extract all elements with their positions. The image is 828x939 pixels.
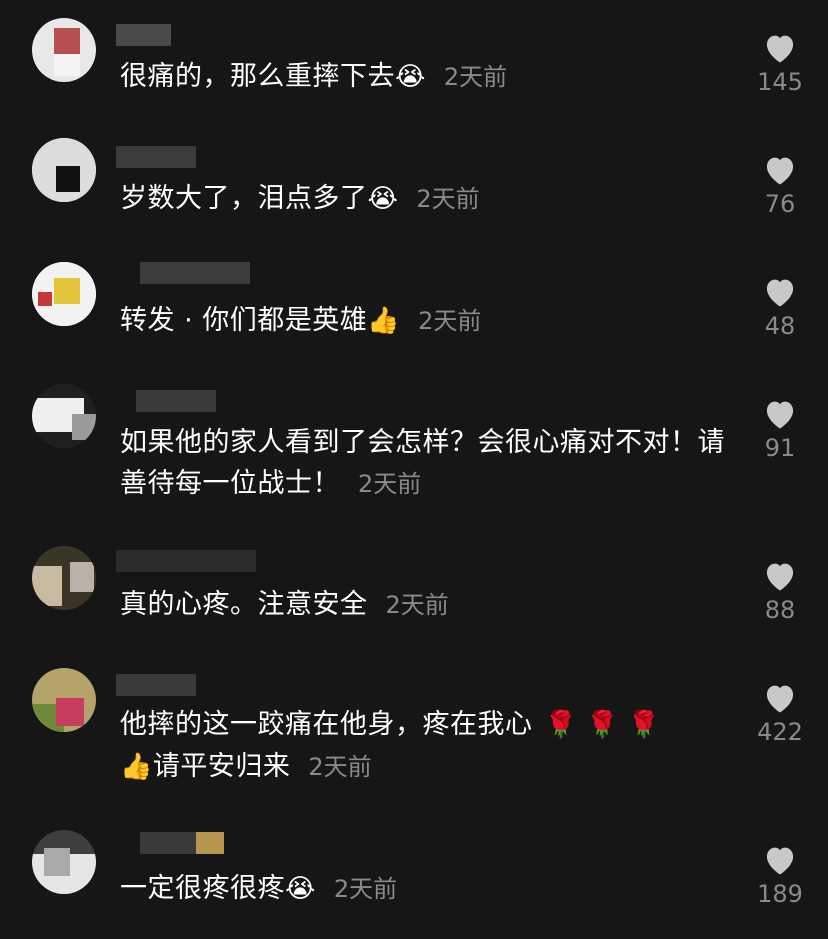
comment-text: 岁数大了，泪点多了😭 2天前	[120, 183, 480, 214]
crying-emoji: 😭	[367, 184, 399, 214]
avatar[interactable]	[32, 262, 96, 326]
like-count: 91	[764, 434, 796, 462]
heart-icon	[766, 35, 794, 63]
comment-text: 一定很疼很疼😭 2天前	[120, 873, 398, 904]
crying-emoji: 😭	[395, 62, 426, 92]
heart-icon	[766, 157, 794, 185]
like-button[interactable]: 48	[752, 276, 808, 340]
avatar[interactable]	[32, 384, 96, 448]
comment-text: 他摔的这一跤痛在他身，疼在我心 🌹 🌹 🌹 👍请平安归来 2天前	[120, 709, 661, 782]
comment-text: 转发 · 你们都是英雄👍 2天前	[120, 305, 482, 336]
heart-icon	[766, 847, 794, 875]
username[interactable]	[116, 262, 256, 284]
comment-time: 2天前	[416, 185, 480, 213]
like-count: 88	[764, 596, 796, 624]
like-button[interactable]: 422	[752, 682, 808, 746]
avatar[interactable]	[32, 546, 96, 610]
username[interactable]	[116, 390, 256, 412]
username[interactable]	[116, 24, 256, 46]
like-count: 422	[757, 718, 803, 746]
heart-icon	[766, 279, 794, 307]
avatar[interactable]	[32, 18, 96, 82]
comment-time: 2天前	[418, 307, 482, 335]
thumbs-up-emoji: 👍	[120, 752, 153, 782]
like-button[interactable]: 91	[752, 398, 808, 462]
heart-icon	[766, 685, 794, 713]
like-count: 48	[764, 312, 796, 340]
avatar[interactable]	[32, 668, 96, 732]
like-button[interactable]: 88	[752, 560, 808, 624]
thumbs-up-emoji: 👍	[367, 306, 401, 336]
like-count: 76	[764, 190, 796, 218]
heart-icon	[766, 401, 794, 429]
heart-icon	[766, 563, 794, 591]
rose-emoji: 🌹 🌹 🌹	[544, 710, 661, 740]
avatar[interactable]	[32, 830, 96, 894]
username[interactable]	[116, 550, 256, 572]
comment-time: 2天前	[385, 591, 449, 619]
like-count: 189	[757, 880, 803, 908]
comment-time: 2天前	[358, 470, 422, 498]
like-count: 145	[757, 68, 803, 96]
like-button[interactable]: 76	[752, 154, 808, 218]
comment-time: 2天前	[308, 753, 372, 781]
comment-time: 2天前	[333, 875, 398, 903]
username[interactable]	[116, 832, 256, 854]
comment-text: 真的心疼。注意安全 2天前	[120, 589, 449, 620]
comment-time: 2天前	[443, 63, 508, 91]
crying-emoji: 😭	[285, 874, 316, 904]
username[interactable]	[116, 674, 256, 696]
username[interactable]	[116, 146, 256, 168]
like-button[interactable]: 145	[752, 32, 808, 96]
comment-text: 很痛的，那么重摔下去😭 2天前	[120, 61, 508, 92]
avatar[interactable]	[32, 138, 96, 202]
comment-text: 如果他的家人看到了会怎样？会很心痛对不对！请善待每一位战士！ 2天前	[120, 427, 725, 499]
like-button[interactable]: 189	[752, 844, 808, 908]
